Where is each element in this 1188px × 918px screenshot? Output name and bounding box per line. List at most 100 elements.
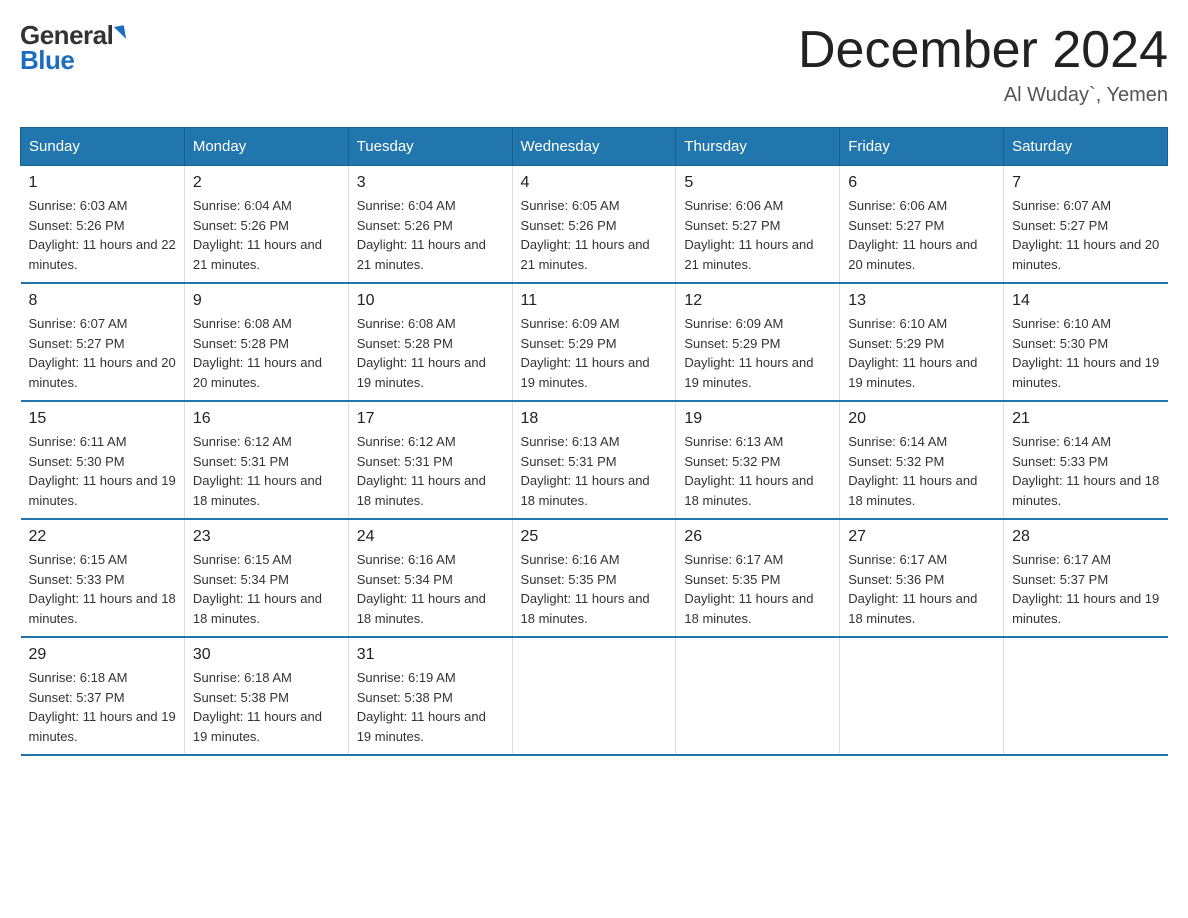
logo-blue-text: Blue — [20, 45, 74, 76]
day-number: 23 — [193, 528, 340, 546]
calendar-week-row: 29 Sunrise: 6:18 AMSunset: 5:37 PMDaylig… — [21, 637, 1168, 755]
calendar-day-cell: 19 Sunrise: 6:13 AMSunset: 5:32 PMDaylig… — [676, 401, 840, 519]
day-info: Sunrise: 6:08 AMSunset: 5:28 PMDaylight:… — [357, 314, 504, 392]
calendar-day-cell: 6 Sunrise: 6:06 AMSunset: 5:27 PMDayligh… — [840, 166, 1004, 284]
logo: General Blue — [20, 20, 125, 76]
calendar-day-cell: 12 Sunrise: 6:09 AMSunset: 5:29 PMDaylig… — [676, 283, 840, 401]
day-number: 10 — [357, 292, 504, 310]
calendar-day-cell: 31 Sunrise: 6:19 AMSunset: 5:38 PMDaylig… — [348, 637, 512, 755]
day-number: 26 — [684, 528, 831, 546]
calendar-day-cell — [1004, 637, 1168, 755]
calendar-day-cell: 15 Sunrise: 6:11 AMSunset: 5:30 PMDaylig… — [21, 401, 185, 519]
header-monday: Monday — [184, 128, 348, 166]
calendar-day-cell: 25 Sunrise: 6:16 AMSunset: 5:35 PMDaylig… — [512, 519, 676, 637]
day-number: 4 — [521, 174, 668, 192]
day-number: 28 — [1012, 528, 1159, 546]
day-number: 30 — [193, 646, 340, 664]
calendar-day-cell — [840, 637, 1004, 755]
calendar-day-cell: 3 Sunrise: 6:04 AMSunset: 5:26 PMDayligh… — [348, 166, 512, 284]
day-info: Sunrise: 6:09 AMSunset: 5:29 PMDaylight:… — [684, 314, 831, 392]
day-number: 3 — [357, 174, 504, 192]
day-number: 13 — [848, 292, 995, 310]
calendar-day-cell: 2 Sunrise: 6:04 AMSunset: 5:26 PMDayligh… — [184, 166, 348, 284]
day-info: Sunrise: 6:04 AMSunset: 5:26 PMDaylight:… — [357, 196, 504, 274]
calendar-day-cell: 24 Sunrise: 6:16 AMSunset: 5:34 PMDaylig… — [348, 519, 512, 637]
calendar-day-cell: 10 Sunrise: 6:08 AMSunset: 5:28 PMDaylig… — [348, 283, 512, 401]
calendar-day-cell: 22 Sunrise: 6:15 AMSunset: 5:33 PMDaylig… — [21, 519, 185, 637]
day-info: Sunrise: 6:13 AMSunset: 5:31 PMDaylight:… — [521, 432, 668, 510]
calendar-day-cell: 23 Sunrise: 6:15 AMSunset: 5:34 PMDaylig… — [184, 519, 348, 637]
calendar-day-cell — [512, 637, 676, 755]
day-number: 8 — [29, 292, 176, 310]
day-info: Sunrise: 6:16 AMSunset: 5:34 PMDaylight:… — [357, 550, 504, 628]
day-info: Sunrise: 6:10 AMSunset: 5:29 PMDaylight:… — [848, 314, 995, 392]
day-info: Sunrise: 6:06 AMSunset: 5:27 PMDaylight:… — [848, 196, 995, 274]
calendar-week-row: 22 Sunrise: 6:15 AMSunset: 5:33 PMDaylig… — [21, 519, 1168, 637]
calendar-day-cell: 13 Sunrise: 6:10 AMSunset: 5:29 PMDaylig… — [840, 283, 1004, 401]
location-subtitle: Al Wuday`, Yemen — [798, 84, 1168, 107]
day-info: Sunrise: 6:08 AMSunset: 5:28 PMDaylight:… — [193, 314, 340, 392]
page-header: General Blue December 2024 Al Wuday`, Ye… — [20, 20, 1168, 107]
day-number: 31 — [357, 646, 504, 664]
header-sunday: Sunday — [21, 128, 185, 166]
day-number: 17 — [357, 410, 504, 428]
day-number: 6 — [848, 174, 995, 192]
header-thursday: Thursday — [676, 128, 840, 166]
day-number: 20 — [848, 410, 995, 428]
header-friday: Friday — [840, 128, 1004, 166]
calendar-table: SundayMondayTuesdayWednesdayThursdayFrid… — [20, 127, 1168, 756]
day-number: 24 — [357, 528, 504, 546]
day-info: Sunrise: 6:17 AMSunset: 5:37 PMDaylight:… — [1012, 550, 1159, 628]
day-info: Sunrise: 6:07 AMSunset: 5:27 PMDaylight:… — [29, 314, 176, 392]
day-info: Sunrise: 6:12 AMSunset: 5:31 PMDaylight:… — [193, 432, 340, 510]
calendar-day-cell: 9 Sunrise: 6:08 AMSunset: 5:28 PMDayligh… — [184, 283, 348, 401]
day-number: 18 — [521, 410, 668, 428]
day-number: 25 — [521, 528, 668, 546]
header-wednesday: Wednesday — [512, 128, 676, 166]
day-info: Sunrise: 6:09 AMSunset: 5:29 PMDaylight:… — [521, 314, 668, 392]
day-number: 27 — [848, 528, 995, 546]
calendar-day-cell: 20 Sunrise: 6:14 AMSunset: 5:32 PMDaylig… — [840, 401, 1004, 519]
calendar-week-row: 8 Sunrise: 6:07 AMSunset: 5:27 PMDayligh… — [21, 283, 1168, 401]
day-info: Sunrise: 6:15 AMSunset: 5:34 PMDaylight:… — [193, 550, 340, 628]
calendar-day-cell: 28 Sunrise: 6:17 AMSunset: 5:37 PMDaylig… — [1004, 519, 1168, 637]
day-info: Sunrise: 6:19 AMSunset: 5:38 PMDaylight:… — [357, 668, 504, 746]
day-info: Sunrise: 6:16 AMSunset: 5:35 PMDaylight:… — [521, 550, 668, 628]
month-title: December 2024 — [798, 20, 1168, 80]
day-info: Sunrise: 6:13 AMSunset: 5:32 PMDaylight:… — [684, 432, 831, 510]
calendar-header-row: SundayMondayTuesdayWednesdayThursdayFrid… — [21, 128, 1168, 166]
day-number: 21 — [1012, 410, 1159, 428]
day-number: 22 — [29, 528, 176, 546]
day-info: Sunrise: 6:18 AMSunset: 5:38 PMDaylight:… — [193, 668, 340, 746]
day-number: 9 — [193, 292, 340, 310]
calendar-day-cell: 11 Sunrise: 6:09 AMSunset: 5:29 PMDaylig… — [512, 283, 676, 401]
day-info: Sunrise: 6:14 AMSunset: 5:33 PMDaylight:… — [1012, 432, 1159, 510]
calendar-day-cell: 18 Sunrise: 6:13 AMSunset: 5:31 PMDaylig… — [512, 401, 676, 519]
calendar-week-row: 15 Sunrise: 6:11 AMSunset: 5:30 PMDaylig… — [21, 401, 1168, 519]
calendar-day-cell: 30 Sunrise: 6:18 AMSunset: 5:38 PMDaylig… — [184, 637, 348, 755]
calendar-day-cell — [676, 637, 840, 755]
calendar-day-cell: 8 Sunrise: 6:07 AMSunset: 5:27 PMDayligh… — [21, 283, 185, 401]
calendar-day-cell: 17 Sunrise: 6:12 AMSunset: 5:31 PMDaylig… — [348, 401, 512, 519]
calendar-day-cell: 29 Sunrise: 6:18 AMSunset: 5:37 PMDaylig… — [21, 637, 185, 755]
day-number: 11 — [521, 292, 668, 310]
day-info: Sunrise: 6:04 AMSunset: 5:26 PMDaylight:… — [193, 196, 340, 274]
calendar-week-row: 1 Sunrise: 6:03 AMSunset: 5:26 PMDayligh… — [21, 166, 1168, 284]
day-info: Sunrise: 6:14 AMSunset: 5:32 PMDaylight:… — [848, 432, 995, 510]
day-info: Sunrise: 6:11 AMSunset: 5:30 PMDaylight:… — [29, 432, 176, 510]
header-tuesday: Tuesday — [348, 128, 512, 166]
calendar-day-cell: 4 Sunrise: 6:05 AMSunset: 5:26 PMDayligh… — [512, 166, 676, 284]
title-section: December 2024 Al Wuday`, Yemen — [798, 20, 1168, 107]
day-info: Sunrise: 6:17 AMSunset: 5:36 PMDaylight:… — [848, 550, 995, 628]
calendar-day-cell: 27 Sunrise: 6:17 AMSunset: 5:36 PMDaylig… — [840, 519, 1004, 637]
day-info: Sunrise: 6:17 AMSunset: 5:35 PMDaylight:… — [684, 550, 831, 628]
day-info: Sunrise: 6:05 AMSunset: 5:26 PMDaylight:… — [521, 196, 668, 274]
calendar-day-cell: 1 Sunrise: 6:03 AMSunset: 5:26 PMDayligh… — [21, 166, 185, 284]
day-number: 2 — [193, 174, 340, 192]
calendar-day-cell: 5 Sunrise: 6:06 AMSunset: 5:27 PMDayligh… — [676, 166, 840, 284]
day-info: Sunrise: 6:15 AMSunset: 5:33 PMDaylight:… — [29, 550, 176, 628]
day-number: 15 — [29, 410, 176, 428]
day-number: 7 — [1012, 174, 1159, 192]
logo-triangle-icon — [114, 25, 126, 41]
day-number: 5 — [684, 174, 831, 192]
